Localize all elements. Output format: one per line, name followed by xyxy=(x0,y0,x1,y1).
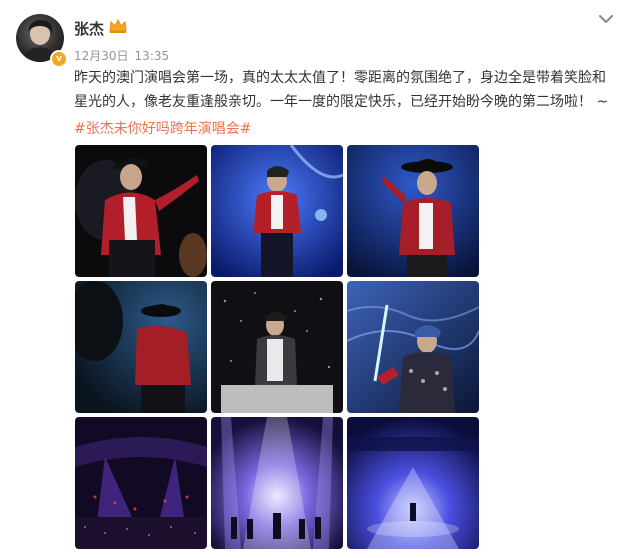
post-date[interactable]: 12月30日 xyxy=(74,49,129,63)
photo-singer-red-jacket-hat[interactable] xyxy=(75,145,207,277)
username[interactable]: 张杰 xyxy=(74,18,104,39)
photo-singer-holding-light-rod[interactable] xyxy=(347,281,479,413)
post-text-line: 昨天的澳门演唱会第一场，真的太太太值了！零距离的氛围绝了，身边全是带着笑脸和 xyxy=(74,70,606,86)
chevron-down-icon[interactable] xyxy=(596,12,616,26)
photo-stage-spotlight-dancers[interactable] xyxy=(211,417,343,549)
post-text: 昨天的澳门演唱会第一场，真的太太太值了！零距离的氛围绝了，身边全是带着笑脸和 星… xyxy=(74,66,614,114)
weibo-post: v 张杰 12月30日 13:35 昨天的澳门演唱会第一场，真的太太太值了！零距离… xyxy=(0,0,631,558)
photo-singer-back-view-hat[interactable] xyxy=(75,281,207,413)
post-time[interactable]: 13:35 xyxy=(135,49,170,63)
photo-singer-black-hat-pose[interactable] xyxy=(347,145,479,277)
photo-stage-wide-blue[interactable] xyxy=(347,417,479,549)
image-gallery xyxy=(75,145,479,551)
post-text-line: 星光的人，像老友重逢般亲切。一年一度的限定快乐，已经开始盼今晚的第二场啦！ ~ xyxy=(74,94,609,110)
photo-singer-white-shirt-microphone[interactable] xyxy=(211,281,343,413)
verified-badge: v xyxy=(50,50,68,68)
photo-singer-red-jacket-blue-stage[interactable] xyxy=(211,145,343,277)
crown-icon xyxy=(109,18,127,33)
hashtag-link[interactable]: #张杰未你好吗跨年演唱会# xyxy=(74,117,251,141)
photo-arena-crowd-lights[interactable] xyxy=(75,417,207,549)
post-meta: 12月30日 13:35 xyxy=(74,47,175,64)
